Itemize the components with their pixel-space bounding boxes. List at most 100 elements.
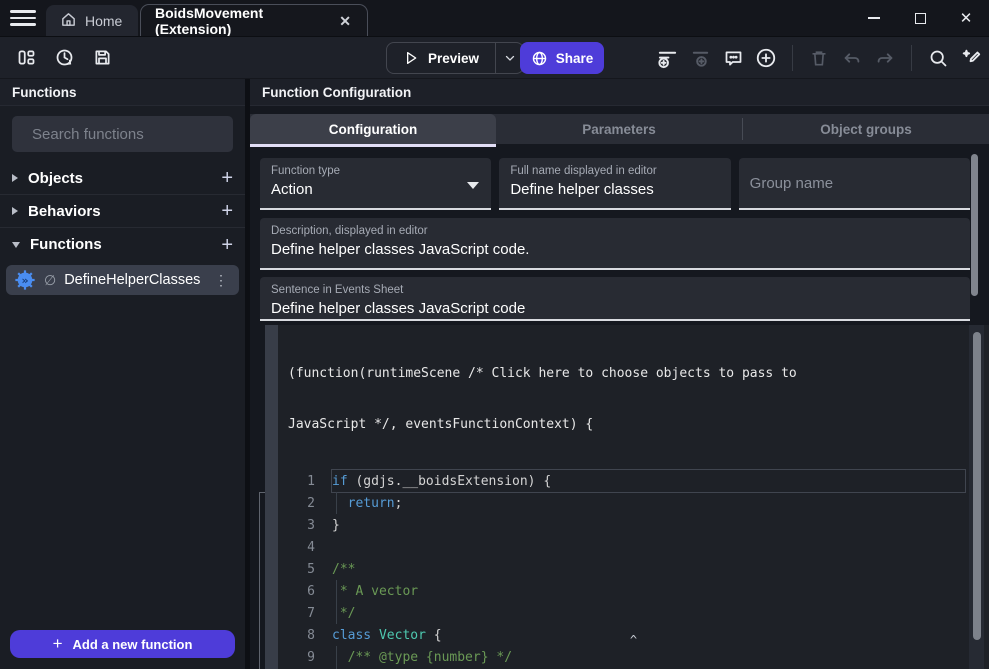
tab-home[interactable]: Home	[46, 5, 138, 36]
add-event-icon[interactable]	[655, 46, 679, 70]
sentence-field[interactable]: Sentence in Events Sheet Define helper c…	[260, 277, 970, 321]
titlebar: Home BoidsMovement (Extension) ✕ ✕	[0, 0, 989, 36]
add-new-function-button[interactable]: + Add a new function	[10, 630, 235, 658]
line-number: 9	[288, 650, 332, 665]
add-object-button[interactable]: +	[221, 168, 233, 188]
group-name-input[interactable]	[750, 165, 959, 202]
function-type-label: Function type	[271, 165, 480, 177]
sentence-value: Define helper classes JavaScript code	[271, 300, 959, 317]
function-configuration-panel: Function Configuration Configuration Par…	[250, 79, 989, 669]
function-type-value: Action	[271, 181, 480, 198]
open-panels-icon[interactable]	[14, 46, 38, 70]
close-tab-icon[interactable]: ✕	[337, 12, 353, 30]
version-history-icon[interactable]	[52, 46, 76, 70]
sidebar-section-objects[interactable]: Objects +	[0, 162, 245, 195]
save-icon[interactable]	[90, 46, 114, 70]
code-line[interactable]: 8class Vector {	[288, 624, 965, 646]
code-line[interactable]: 3}	[288, 514, 965, 536]
line-number: 7	[288, 606, 332, 621]
search-icon[interactable]	[926, 46, 950, 70]
preview-options-dropdown[interactable]	[495, 43, 523, 73]
tab-boidsmovement[interactable]: BoidsMovement (Extension) ✕	[140, 4, 368, 36]
chevron-down-icon	[12, 242, 20, 248]
full-name-field[interactable]: Full name displayed in editor Define hel…	[499, 158, 730, 210]
line-content[interactable]: * A vector	[332, 580, 965, 602]
line-content[interactable]: class Vector {	[332, 624, 965, 646]
line-number: 5	[288, 562, 332, 577]
code-line[interactable]: 2 return;	[288, 492, 965, 514]
scroll-hint-caret: ^	[630, 633, 637, 647]
edit-extension-icon[interactable]	[959, 46, 983, 70]
share-button[interactable]: Share	[520, 42, 604, 74]
play-icon	[403, 50, 419, 66]
description-field[interactable]: Description, displayed in editor Define …	[260, 218, 970, 270]
tab-object-groups[interactable]: Object groups	[743, 114, 989, 144]
line-number: 2	[288, 496, 332, 511]
delete-icon[interactable]	[807, 46, 831, 70]
line-content[interactable]: /**	[332, 558, 965, 580]
add-comment-icon[interactable]	[721, 46, 745, 70]
function-type-dropdown[interactable]: Function type Action	[260, 158, 491, 210]
section-label: Objects	[28, 170, 211, 187]
configuration-tabs: Configuration Parameters Object groups	[250, 114, 989, 144]
kebab-menu-icon[interactable]: ⋮	[211, 272, 231, 289]
search-functions-box[interactable]	[12, 116, 233, 152]
function-gear-icon: »	[14, 269, 36, 291]
sidebar-section-behaviors[interactable]: Behaviors +	[0, 195, 245, 228]
plus-icon: +	[53, 634, 63, 654]
tab-parameters[interactable]: Parameters	[496, 114, 742, 144]
line-content[interactable]: return;	[332, 492, 965, 514]
sidebar-section-functions[interactable]: Functions +	[0, 228, 245, 261]
add-subevent-icon[interactable]	[688, 46, 712, 70]
hamburger-menu-icon[interactable]	[10, 7, 36, 29]
chevron-right-icon	[12, 207, 18, 215]
line-number: 4	[288, 540, 332, 555]
full-name-value: Define helper classes	[510, 181, 719, 198]
form-scrollbar-thumb[interactable]	[971, 154, 978, 296]
code-line[interactable]: 9 /** @type {number} */	[288, 646, 965, 668]
group-name-field[interactable]	[739, 158, 970, 210]
add-new-function-label: Add a new function	[73, 637, 193, 652]
description-label: Description, displayed in editor	[271, 225, 959, 237]
line-content[interactable]	[332, 536, 965, 558]
add-other-event-icon[interactable]	[754, 46, 778, 70]
add-behavior-button[interactable]: +	[221, 201, 233, 221]
undo-icon[interactable]	[840, 46, 864, 70]
code-frame-header[interactable]: (function(runtimeScene /* Click here to …	[288, 331, 965, 467]
close-window-button[interactable]: ✕	[943, 0, 989, 36]
code-line[interactable]: 7 */	[288, 602, 965, 624]
tab-configuration[interactable]: Configuration	[250, 114, 496, 144]
event-drag-handle[interactable]	[265, 325, 278, 669]
code-line[interactable]: 1if (gdjs.__boidsExtension) {	[288, 470, 965, 492]
function-item-definehelperclasses[interactable]: » ∅ DefineHelperClasses ⋮	[6, 265, 239, 295]
code-scrollbar-thumb[interactable]	[973, 332, 981, 640]
tab-active-label: BoidsMovement (Extension)	[155, 5, 329, 37]
code-line[interactable]: 6 * A vector	[288, 580, 965, 602]
redo-icon[interactable]	[873, 46, 897, 70]
line-number: 3	[288, 518, 332, 533]
chevron-down-icon	[504, 52, 516, 64]
minimize-button[interactable]	[851, 0, 897, 36]
sentence-label: Sentence in Events Sheet	[271, 284, 959, 296]
line-content[interactable]: }	[332, 514, 965, 536]
add-function-button[interactable]: +	[221, 235, 233, 255]
window-controls: ✕	[851, 0, 989, 36]
code-lines: 1if (gdjs.__boidsExtension) {2 return;3}…	[288, 470, 965, 669]
preview-label: Preview	[428, 51, 479, 66]
content-area: Functions Objects + Behaviors + Function…	[0, 79, 989, 669]
line-content[interactable]: */	[332, 602, 965, 624]
maximize-button[interactable]	[897, 0, 943, 36]
line-content[interactable]: if (gdjs.__boidsExtension) {	[332, 470, 965, 492]
preview-button[interactable]: Preview	[387, 43, 495, 73]
line-content[interactable]: /** @type {number} */	[332, 646, 965, 668]
search-functions-input[interactable]	[32, 126, 231, 143]
code-line[interactable]: 5/**	[288, 558, 965, 580]
line-number: 6	[288, 584, 332, 599]
code-line[interactable]: 4	[288, 536, 965, 558]
code-editor[interactable]: (function(runtimeScene /* Click here to …	[278, 325, 989, 669]
maximize-icon	[915, 13, 926, 24]
svg-text:»: »	[21, 274, 28, 287]
globe-icon	[531, 50, 548, 67]
section-label: Functions	[30, 236, 211, 253]
line-number: 8	[288, 628, 332, 643]
